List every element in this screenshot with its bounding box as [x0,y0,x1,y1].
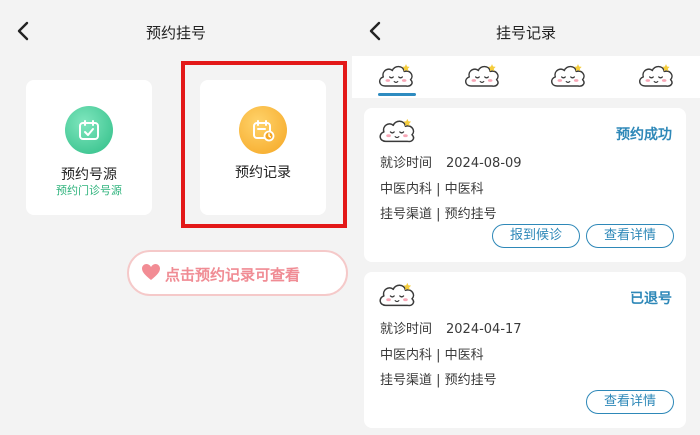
department: 中医内科 | 中医科 [380,348,484,363]
appointment-panel: 预约挂号 预约号源 预约门诊号源 预约记录 点击预约记录可查看 [0,0,352,435]
department: 中医内科 | 中医科 [380,182,484,197]
page-title: 挂号记录 [495,24,556,42]
tile-appointment-source[interactable]: 预约号源 预约门诊号源 [26,80,152,215]
nav-bar: 挂号记录 [352,0,700,56]
cloud-face-icon[interactable] [376,60,416,92]
status-label: 预约成功 [616,127,672,143]
visit-time-value: 2024-04-17 [446,322,522,337]
filter-tabs [352,56,700,98]
records-panel: 挂号记录 预约成功 就诊时间 2024-08-09 中医内科 | 中医科 挂号渠道… [352,0,700,435]
heart-icon [142,264,160,280]
record-card[interactable]: 已退号 就诊时间 2024-04-17 中医内科 | 中医科 挂号渠道 | 预约挂… [364,272,686,428]
visit-time-label: 就诊时间 [380,322,433,337]
status-label: 已退号 [630,291,672,307]
view-details-button[interactable]: 查看详情 [586,390,674,414]
channel: 挂号渠道 | 预约挂号 [380,207,497,222]
cloud-face-icon[interactable] [548,60,588,92]
hint-text: 点击预约记录可查看 [165,266,301,284]
cloud-face-icon[interactable] [462,60,502,92]
active-tab-indicator [378,93,416,96]
tile-label: 预约号源 [61,167,117,183]
visit-time-row: 就诊时间 2024-04-17 [380,318,522,337]
cloud-face-icon[interactable] [636,60,676,92]
hint-bubble: 点击预约记录可查看 [127,250,348,296]
tile-sublabel: 预约门诊号源 [56,184,122,197]
visit-time-value: 2024-08-09 [446,156,522,171]
page-title: 预约挂号 [145,24,206,42]
nav-bar: 预约挂号 [0,0,352,56]
checkin-button[interactable]: 报到候诊 [492,224,580,248]
cloud-face-icon [376,116,418,146]
visit-time-row: 就诊时间 2024-08-09 [380,152,522,171]
visit-time-label: 就诊时间 [380,156,433,171]
calendar-check-icon [65,106,113,154]
view-details-button[interactable]: 查看详情 [586,224,674,248]
cloud-face-icon [376,280,418,310]
channel: 挂号渠道 | 预约挂号 [380,373,497,388]
record-card[interactable]: 预约成功 就诊时间 2024-08-09 中医内科 | 中医科 挂号渠道 | 预约… [364,108,686,262]
highlight-frame [181,61,347,228]
